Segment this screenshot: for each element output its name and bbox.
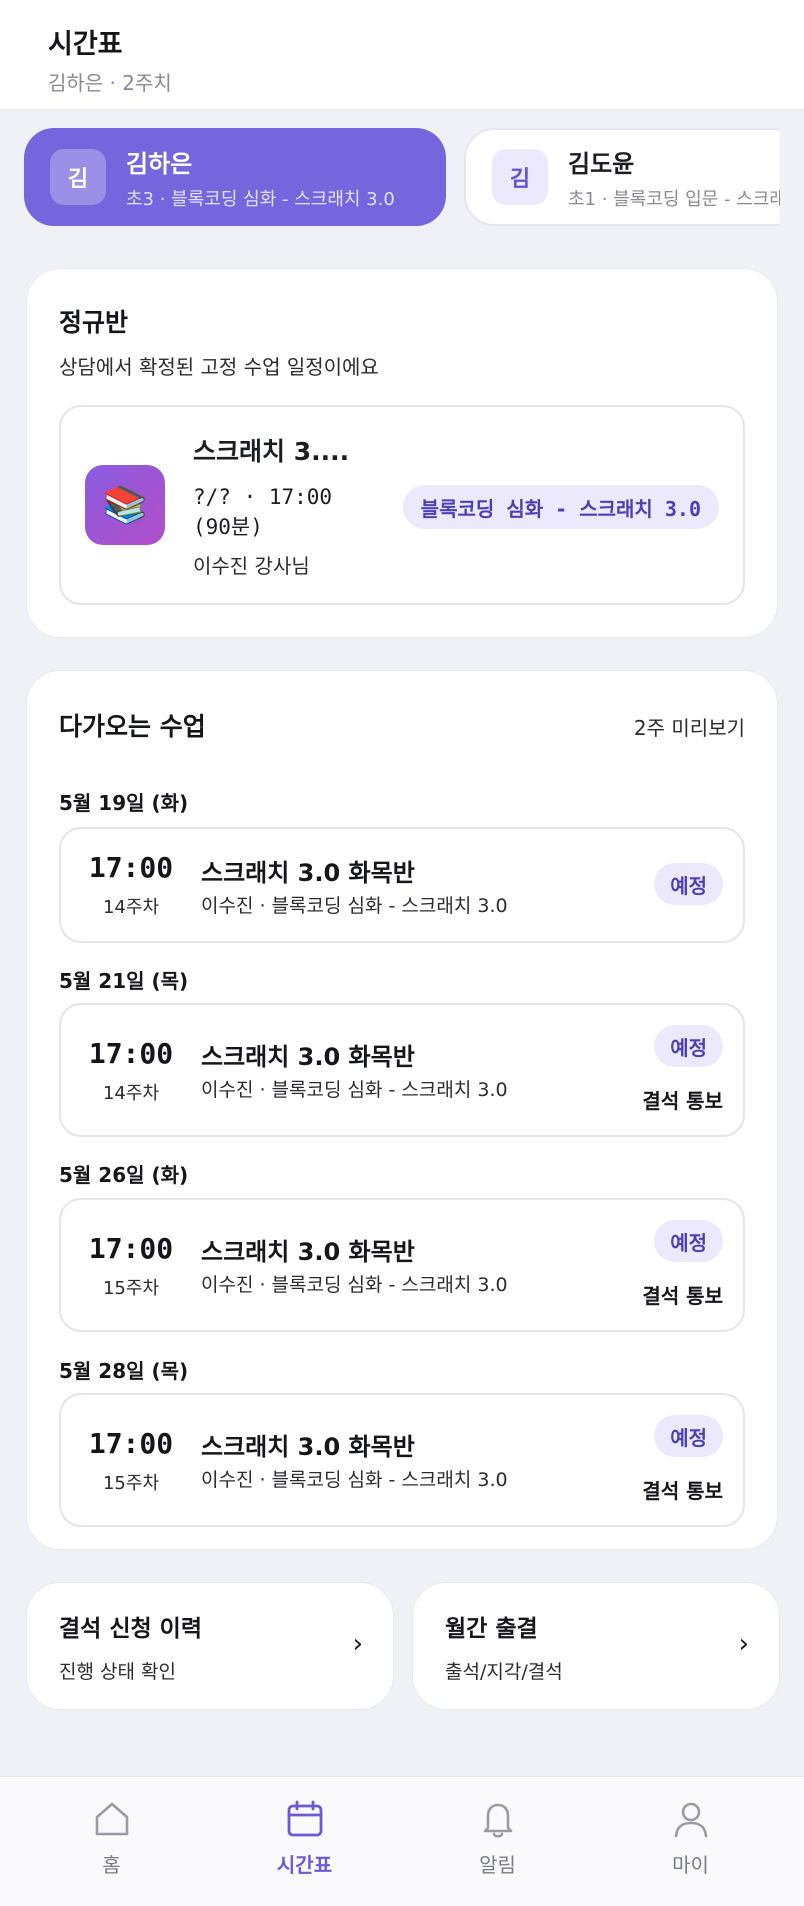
course-badge: 블록코딩 심화 - 스크래치 3.0: [402, 485, 719, 529]
lesson-time: 17:00: [88, 1037, 174, 1070]
regular-class-name: 스크래치 3....: [193, 436, 350, 466]
regular-class-item[interactable]: 📚 스크래치 3.... ?/? · 17:00 (90분) 이수진 강사님 블…: [59, 405, 745, 605]
nav-my-label: 마이: [672, 1853, 709, 1877]
lesson-card[interactable]: 17:00 15주차 스크래치 3.0 화목반 이수진 · 블록코딩 심화 - …: [59, 1393, 745, 1527]
status-badge: 예정: [654, 1220, 723, 1262]
page-title: 시간표: [48, 29, 123, 60]
regular-subtitle: 상담에서 확정된 고정 수업 일정이에요: [59, 355, 379, 379]
lesson-name: 스크래치 3.0 화목반: [201, 859, 415, 887]
app-header: 시간표 김하은 · 2주치: [0, 0, 804, 110]
calendar-icon: [287, 1800, 322, 1837]
monthly-attendance-title: 월간 출결: [445, 1616, 538, 1642]
absence-history-subtitle: 진행 상태 확인: [59, 1661, 176, 1683]
lesson-time: 17:00: [88, 1232, 174, 1265]
lesson-card[interactable]: 17:00 14주차 스크래치 3.0 화목반 이수진 · 블록코딩 심화 - …: [59, 1003, 745, 1137]
lesson-week: 14주차: [102, 897, 160, 918]
nav-home[interactable]: 홈: [15, 1777, 208, 1906]
student-card-kim-haeun[interactable]: 김 김하은 초3 · 블록코딩 심화 - 스크래치 3.0: [24, 128, 446, 226]
avatar: 김: [50, 149, 106, 205]
regular-class-schedule: ?/? · 17:00 (90분): [193, 484, 333, 539]
absence-history-card[interactable]: 결석 신청 이력 진행 상태 확인 ›: [26, 1582, 394, 1710]
date-label: 5월 19일 (화): [59, 791, 189, 815]
lesson-detail: 이수진 · 블록코딩 심화 - 스크래치 3.0: [201, 1469, 508, 1491]
lesson-card[interactable]: 17:00 14주차 스크래치 3.0 화목반 이수진 · 블록코딩 심화 - …: [59, 827, 745, 943]
lesson-time: 17:00: [88, 1427, 174, 1460]
student-card-kim-doyun[interactable]: 김 김도윤 초1 · 블록코딩 입문 - 스크래치 3.0: [464, 128, 780, 226]
date-label: 5월 26일 (화): [59, 1163, 189, 1187]
page-subtitle: 김하은 · 2주치: [48, 71, 172, 95]
nav-timetable-label: 시간표: [276, 1853, 333, 1877]
nav-timetable[interactable]: 시간표: [208, 1777, 401, 1906]
student-selector: 김 김하은 초3 · 블록코딩 심화 - 스크래치 3.0 김 김도윤 초1 ·…: [24, 126, 780, 228]
absence-notice-button[interactable]: 결석 통보: [642, 1280, 723, 1309]
books-icon: 📚: [85, 465, 165, 545]
lesson-name: 스크래치 3.0 화목반: [201, 1238, 415, 1266]
user-icon: [674, 1802, 707, 1838]
avatar: 김: [492, 149, 548, 205]
student-detail: 초3 · 블록코딩 심화 - 스크래치 3.0: [126, 188, 395, 210]
lesson-name: 스크래치 3.0 화목반: [201, 1043, 415, 1071]
regular-class-panel: 정규반 상담에서 확정된 고정 수업 일정이에요 📚 스크래치 3.... ?/…: [26, 268, 778, 638]
absence-history-title: 결석 신청 이력: [59, 1616, 202, 1642]
status-badge: 예정: [654, 863, 723, 905]
monthly-attendance-card[interactable]: 월간 출결 출석/지각/결석 ›: [412, 1582, 780, 1710]
lesson-name: 스크래치 3.0 화목반: [201, 1433, 415, 1461]
absence-notice-button[interactable]: 결석 통보: [642, 1475, 723, 1504]
lesson-week: 15주차: [102, 1473, 160, 1494]
regular-class-teacher: 이수진 강사님: [193, 553, 310, 578]
lesson-week: 14주차: [102, 1083, 160, 1104]
nav-alerts[interactable]: 알림: [401, 1777, 594, 1906]
date-label: 5월 21일 (목): [59, 969, 189, 993]
student-name: 김도윤: [568, 149, 635, 178]
absence-notice-button[interactable]: 결석 통보: [642, 1085, 723, 1114]
status-badge: 예정: [654, 1025, 723, 1067]
lesson-card[interactable]: 17:00 15주차 스크래치 3.0 화목반 이수진 · 블록코딩 심화 - …: [59, 1198, 745, 1332]
upcoming-title: 다가오는 수업: [59, 712, 206, 741]
lesson-detail: 이수진 · 블록코딩 심화 - 스크래치 3.0: [201, 895, 508, 917]
date-label: 5월 28일 (목): [59, 1359, 189, 1383]
lesson-time: 17:00: [88, 851, 174, 884]
chevron-right-icon: ›: [738, 1629, 749, 1659]
nav-home-label: 홈: [102, 1853, 121, 1877]
lesson-detail: 이수진 · 블록코딩 심화 - 스크래치 3.0: [201, 1274, 508, 1296]
upcoming-lessons-panel: 다가오는 수업 2주 미리보기 5월 19일 (화) 17:00 14주차 스크…: [26, 670, 778, 1550]
regular-title: 정규반: [59, 308, 129, 337]
nav-my[interactable]: 마이: [594, 1777, 787, 1906]
lesson-detail: 이수진 · 블록코딩 심화 - 스크래치 3.0: [201, 1079, 508, 1101]
lesson-week: 15주차: [102, 1278, 160, 1299]
status-badge: 예정: [654, 1415, 723, 1457]
monthly-attendance-subtitle: 출석/지각/결석: [445, 1661, 563, 1683]
preview-toggle[interactable]: 2주 미리보기: [634, 712, 745, 741]
home-icon: [95, 1802, 128, 1836]
student-detail: 초1 · 블록코딩 입문 - 스크래치 3.0: [568, 188, 780, 210]
chevron-right-icon: ›: [352, 1629, 363, 1659]
bell-icon: [483, 1803, 512, 1838]
nav-alerts-label: 알림: [479, 1853, 516, 1877]
student-name: 김하은: [126, 149, 193, 178]
bottom-nav: 홈 시간표 알림 마이: [0, 1776, 804, 1906]
